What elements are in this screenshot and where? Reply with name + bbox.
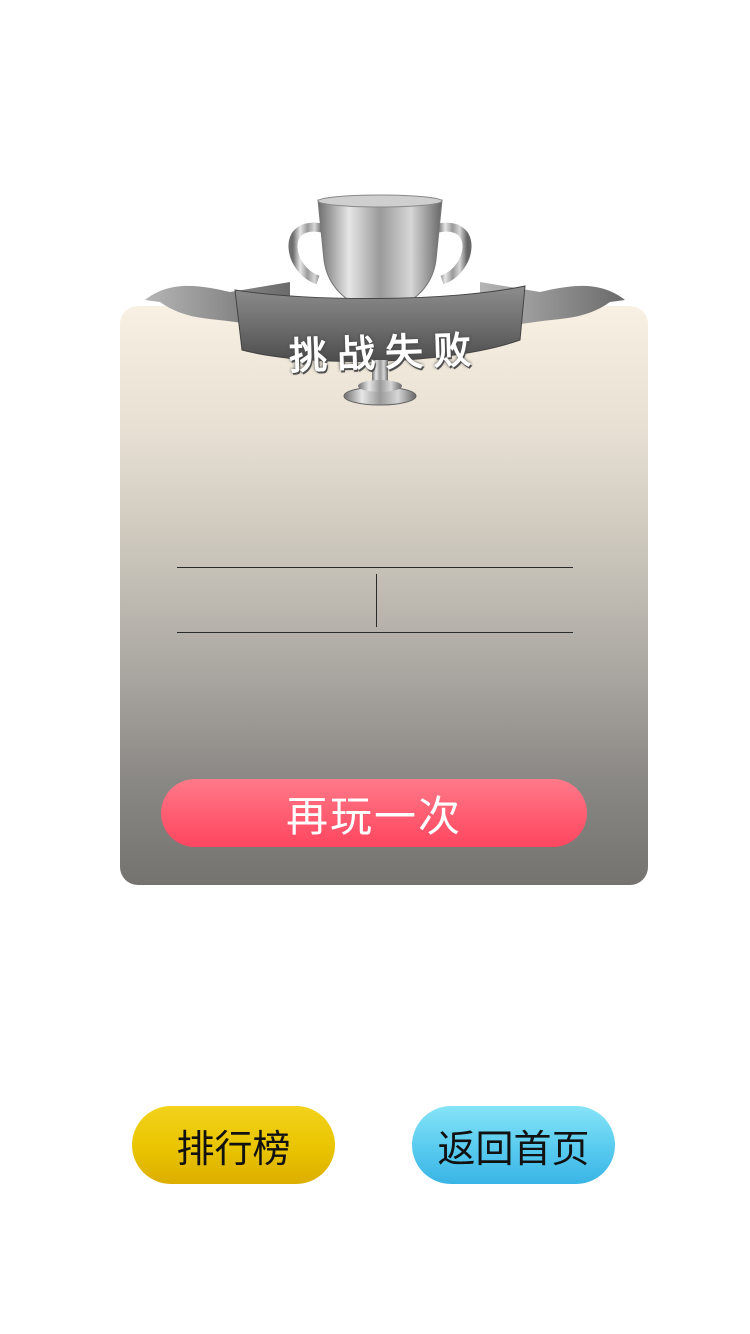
trophy-emblem: 挑战失败 [140, 190, 630, 415]
leaderboard-button[interactable]: 排行榜 [132, 1106, 335, 1184]
game-over-screen: 挑战失败 再玩一次 排行榜 返回首页 [0, 0, 750, 1334]
trophy-icon [145, 194, 625, 406]
play-again-button[interactable]: 再玩一次 [161, 779, 587, 847]
stats-bottom-divider [177, 632, 573, 633]
back-home-button[interactable]: 返回首页 [412, 1106, 615, 1184]
score-stats [177, 567, 573, 633]
score-left-value [177, 579, 376, 619]
stats-top-divider [177, 567, 573, 568]
score-right-value [377, 579, 573, 619]
result-title: 挑战失败 [288, 327, 482, 379]
